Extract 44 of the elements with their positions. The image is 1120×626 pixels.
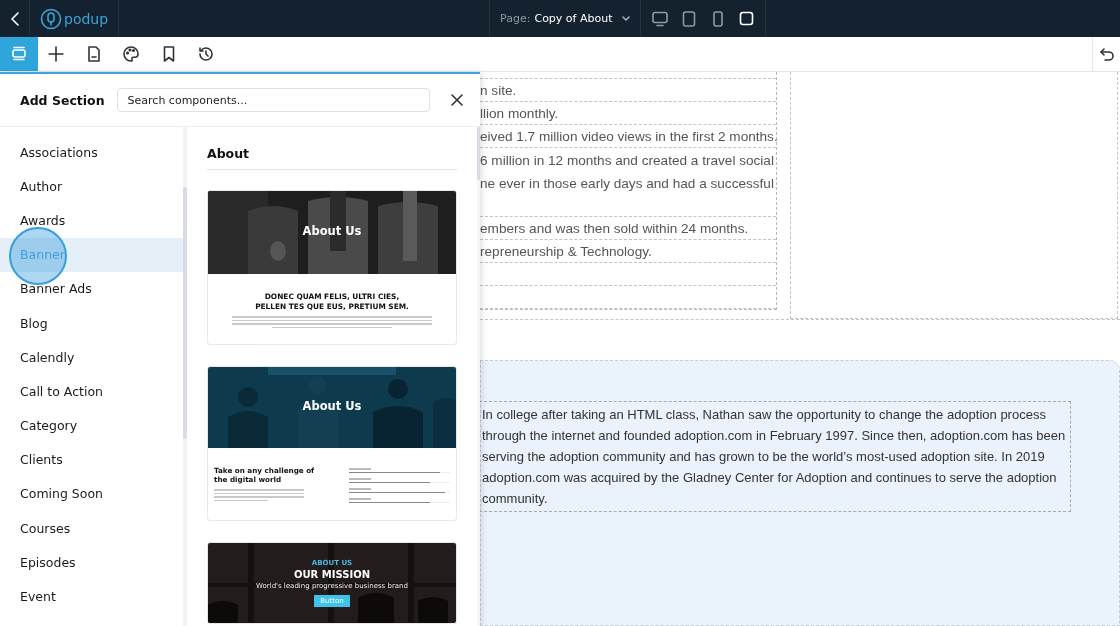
- click-indicator: [9, 226, 67, 285]
- tablet-icon: [682, 10, 696, 27]
- category-item[interactable]: Author: [0, 169, 183, 204]
- back-icon: [9, 10, 20, 27]
- category-item[interactable]: Call to Action: [0, 374, 183, 409]
- text-line: 6 million in 12 months and created a travel social: [480, 152, 775, 170]
- banner-title: About Us: [302, 399, 362, 413]
- text-line: ne ever in those early days and had a successful: [480, 175, 775, 193]
- category-item[interactable]: Courses: [0, 511, 183, 546]
- text-line: repreneurship & Technology.: [480, 242, 653, 261]
- category-item[interactable]: Event: [0, 579, 183, 614]
- category-item[interactable]: Awards: [0, 203, 183, 238]
- category-item[interactable]: Episodes: [0, 545, 183, 580]
- close-button[interactable]: [448, 91, 466, 109]
- search-field[interactable]: Search components...: [116, 88, 430, 112]
- sections-icon: [9, 45, 28, 63]
- paragraph-text: In college after taking an HTML class, Nathan saw the opportunity to change the adoption process through the internet and founded adoption.com in February 1997. Since then, adoption.com has been serving the adoption community and has grown to be the world’s most-used adoption site. In 2019 adoption.com was acquired by the Gladney Center for Adoption and continues to serve the adoption community.: [479, 401, 1071, 512]
- palette-icon: [122, 45, 141, 63]
- microphone-icon: [40, 7, 62, 30]
- text-line: embers and was then sold within 24 months.: [480, 219, 750, 238]
- logo-text: podup: [64, 10, 109, 27]
- phone-icon: [713, 10, 723, 27]
- close-icon: [451, 94, 463, 106]
- text-line: llion monthly.: [480, 104, 560, 123]
- square-icon: [739, 11, 755, 26]
- banner-title: About Us: [302, 224, 362, 238]
- group-title: About: [207, 127, 457, 170]
- text-line: eived 1.7 million video views in the first 2 months.: [480, 127, 776, 146]
- category-item[interactable]: Banner Ads: [0, 271, 183, 306]
- text-line: n site.: [480, 81, 518, 100]
- desktop-icon: [652, 10, 668, 27]
- category-item[interactable]: Clients: [0, 442, 183, 477]
- category-item[interactable]: Associations: [0, 135, 183, 170]
- category-item[interactable]: Calendly: [0, 340, 183, 375]
- plus-icon: [47, 45, 66, 63]
- caret-icon: [622, 15, 631, 22]
- undo-icon: [1098, 47, 1115, 61]
- scrollbar-thumb[interactable]: [183, 187, 187, 439]
- category-item[interactable]: Category: [0, 408, 183, 443]
- panel-title: Add Section: [20, 92, 105, 108]
- history-icon: [197, 45, 216, 63]
- banner-title: OUR MISSION: [294, 569, 370, 580]
- category-item[interactable]: Blog: [0, 305, 183, 341]
- category-item[interactable]: Coming Soon: [0, 476, 183, 512]
